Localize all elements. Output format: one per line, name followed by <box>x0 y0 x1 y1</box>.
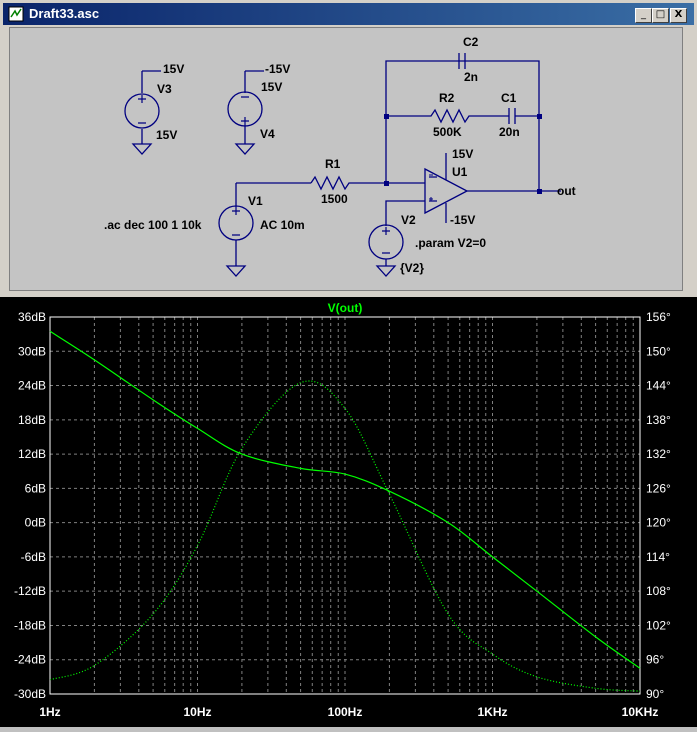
v2-value-label: {V2} <box>400 261 424 275</box>
y-right-tick-label: 102° <box>646 618 671 632</box>
c2-name-label: C2 <box>463 35 479 49</box>
x-tick-label: 10KHz <box>622 705 659 719</box>
y-right-tick-label: 138° <box>646 413 671 427</box>
r1-name-label: R1 <box>325 157 341 171</box>
c1-name-label: C1 <box>501 91 517 105</box>
c1-value-label: 20n <box>499 125 520 139</box>
title-bar[interactable]: Draft33.asc _ □ X <box>3 3 694 25</box>
param-directive[interactable]: .param V2=0 <box>415 236 486 250</box>
trace-label-vout[interactable]: V(out) <box>328 301 363 315</box>
u1-name-label: U1 <box>452 165 468 179</box>
app-icon <box>8 6 24 22</box>
y-left-tick-label: -30dB <box>14 687 46 701</box>
y-right-tick-label: 150° <box>646 344 671 358</box>
y-left-tick-label: 0dB <box>25 516 46 530</box>
out-net-label: out <box>557 184 576 198</box>
x-tick-label: 10Hz <box>183 705 211 719</box>
v4-name-label: V4 <box>260 127 275 141</box>
y-right-tick-label: 132° <box>646 447 671 461</box>
ac-directive[interactable]: .ac dec 100 1 10k <box>104 218 202 232</box>
y-left-tick-label: 12dB <box>18 447 46 461</box>
y-right-tick-label: 108° <box>646 584 671 598</box>
v4-plus-label: -15V <box>265 62 290 76</box>
v1-value-label: AC 10m <box>260 218 305 232</box>
y-right-tick-label: 120° <box>646 516 671 530</box>
y-right-tick-label: 156° <box>646 310 671 324</box>
minimize-button[interactable]: _ <box>635 8 652 23</box>
r2-name-label: R2 <box>439 91 455 105</box>
v2-name-label: V2 <box>401 213 416 227</box>
y-left-tick-label: 36dB <box>18 310 46 324</box>
u1-vneg-label: -15V <box>450 213 475 227</box>
y-right-tick-label: 96° <box>646 653 664 667</box>
window: Draft33.asc _ □ X 15V V3 15V -15V 15V V4… <box>0 0 697 297</box>
y-left-tick-label: -18dB <box>14 618 46 632</box>
y-left-tick-label: 18dB <box>18 413 46 427</box>
y-left-tick-label: 30dB <box>18 344 46 358</box>
y-left-tick-label: 24dB <box>18 379 46 393</box>
r2-value-label: 500K <box>433 125 462 139</box>
waveform-viewer[interactable]: V(out) 36dB 30dB 24dB 18dB 12dB 6dB 0dB -6dB -12… <box>0 297 697 727</box>
x-tick-label: 100Hz <box>328 705 363 719</box>
schematic-drawing: 15V V3 15V -15V 15V V4 C2 2n R2 500K C1 … <box>104 35 576 277</box>
x-tick-label: 1KHz <box>477 705 507 719</box>
r1-value-label: 1500 <box>321 192 348 206</box>
v4-value-label: 15V <box>261 80 282 94</box>
v3-minus-label: 15V <box>156 128 177 142</box>
v3-name-label: V3 <box>157 82 172 96</box>
y-left-tick-label: -12dB <box>14 584 46 598</box>
y-left-tick-label: 6dB <box>25 481 46 495</box>
y-right-tick-label: 126° <box>646 481 671 495</box>
x-tick-label: 1Hz <box>39 705 60 719</box>
window-title: Draft33.asc <box>29 6 100 21</box>
bode-plot: V(out) 36dB 30dB 24dB 18dB 12dB 6dB 0dB -6dB -12… <box>14 301 671 719</box>
schematic-canvas[interactable]: 15V V3 15V -15V 15V V4 C2 2n R2 500K C1 … <box>9 27 683 291</box>
v1-name-label: V1 <box>248 194 263 208</box>
maximize-button[interactable]: □ <box>652 8 669 23</box>
y-left-tick-label: -24dB <box>14 653 46 667</box>
u1-vpos-label: 15V <box>452 147 473 161</box>
v3-plus-label: 15V <box>163 62 184 76</box>
y-right-tick-label: 144° <box>646 379 671 393</box>
c2-value-label: 2n <box>464 70 478 84</box>
y-right-tick-label: 114° <box>646 550 670 564</box>
y-right-tick-label: 90° <box>646 687 664 701</box>
close-button[interactable]: X <box>670 8 687 23</box>
y-left-tick-label: -6dB <box>21 550 46 564</box>
